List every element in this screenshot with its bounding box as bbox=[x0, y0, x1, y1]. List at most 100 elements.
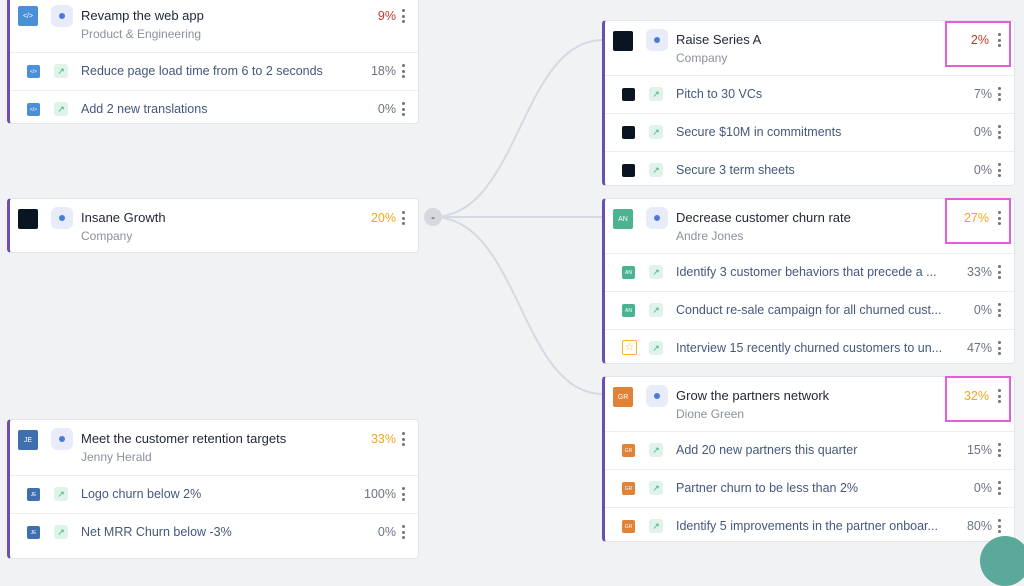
key-result-row[interactable]: ☆ ↗ Interview 15 recently churned custom… bbox=[605, 329, 1014, 363]
objective-owner: Andre Jones bbox=[676, 229, 744, 243]
user-avatar: GR bbox=[613, 387, 633, 407]
objective-header[interactable]: JE Meet the customer retention targets J… bbox=[10, 420, 418, 475]
user-avatar: AN bbox=[613, 209, 633, 229]
key-result-row[interactable]: </> ↗ Add 2 new translations 0% bbox=[10, 90, 418, 123]
trend-line-icon: ↗ bbox=[649, 265, 663, 279]
okr-tree-board: </> Revamp the web app Product & Enginee… bbox=[0, 0, 1024, 586]
company-logo-icon bbox=[18, 209, 38, 229]
more-options-icon[interactable] bbox=[998, 87, 1002, 101]
objective-title[interactable]: Insane Growth bbox=[81, 210, 166, 225]
user-avatar: GR bbox=[622, 520, 635, 533]
key-result-progress: 0% bbox=[377, 102, 396, 116]
floating-action-button[interactable] bbox=[980, 536, 1024, 586]
key-result-row[interactable]: JE ↗ Net MRR Churn below -3% 0% bbox=[10, 513, 418, 551]
objective-title[interactable]: Decrease customer churn rate bbox=[676, 210, 851, 225]
trend-line-icon: ↗ bbox=[649, 125, 663, 139]
more-options-icon[interactable] bbox=[402, 64, 406, 78]
key-result-row[interactable]: ↗ Pitch to 30 VCs 7% bbox=[605, 75, 1014, 113]
key-result-progress: 0% bbox=[973, 125, 992, 139]
key-result-label[interactable]: Secure 3 term sheets bbox=[676, 163, 946, 177]
objective-title[interactable]: Meet the customer retention targets bbox=[81, 431, 286, 446]
more-options-icon[interactable] bbox=[402, 9, 406, 23]
code-window-icon: </> bbox=[27, 65, 40, 78]
objective-type-icon bbox=[51, 428, 73, 450]
trend-line-icon: ↗ bbox=[54, 64, 68, 78]
trend-line-icon: ↗ bbox=[54, 102, 68, 116]
key-result-row[interactable]: </> ↗ Reduce page load time from 6 to 2 … bbox=[10, 52, 418, 90]
objective-progress: 33% bbox=[370, 432, 396, 446]
objective-type-icon bbox=[646, 385, 668, 407]
user-avatar: JE bbox=[27, 526, 40, 539]
more-options-icon[interactable] bbox=[998, 481, 1002, 495]
key-result-progress: 0% bbox=[973, 163, 992, 177]
objective-title[interactable]: Grow the partners network bbox=[676, 388, 829, 403]
objective-header[interactable]: Insane Growth Company 20% bbox=[10, 199, 418, 249]
more-options-icon[interactable] bbox=[998, 303, 1002, 317]
trend-line-icon: ↗ bbox=[649, 341, 663, 355]
trend-line-icon: ↗ bbox=[54, 525, 68, 539]
objective-progress: 9% bbox=[377, 9, 396, 23]
more-options-icon[interactable] bbox=[998, 163, 1002, 177]
key-result-progress: 7% bbox=[973, 87, 992, 101]
key-result-label[interactable]: Net MRR Churn below -3% bbox=[81, 525, 341, 539]
key-result-label[interactable]: Add 20 new partners this quarter bbox=[676, 443, 946, 457]
key-result-row[interactable]: ↗ Secure $10M in commitments 0% bbox=[605, 113, 1014, 151]
trend-line-icon: ↗ bbox=[649, 303, 663, 317]
trend-line-icon: ↗ bbox=[649, 163, 663, 177]
user-avatar: GR bbox=[622, 482, 635, 495]
more-options-icon[interactable] bbox=[998, 125, 1002, 139]
more-options-icon[interactable] bbox=[998, 519, 1002, 533]
objective-owner: Jenny Herald bbox=[81, 450, 152, 464]
key-result-row[interactable]: GR ↗ Partner churn to be less than 2% 0% bbox=[605, 469, 1014, 507]
company-logo-icon bbox=[613, 31, 633, 51]
key-result-label[interactable]: Identify 3 customer behaviors that prece… bbox=[676, 265, 946, 279]
key-result-row[interactable]: AN ↗ Conduct re-sale campaign for all ch… bbox=[605, 291, 1014, 329]
key-result-label[interactable]: Add 2 new translations bbox=[81, 102, 341, 116]
company-logo-icon bbox=[622, 88, 635, 101]
key-result-row[interactable]: JE ↗ Logo churn below 2% 100% bbox=[10, 475, 418, 513]
objective-card-web-app[interactable]: </> Revamp the web app Product & Enginee… bbox=[7, 0, 419, 124]
key-result-label[interactable]: Interview 15 recently churned customers … bbox=[676, 341, 946, 355]
objective-type-icon bbox=[51, 207, 73, 229]
key-result-label[interactable]: Partner churn to be less than 2% bbox=[676, 481, 946, 495]
objective-header[interactable]: </> Revamp the web app Product & Enginee… bbox=[10, 0, 418, 43]
key-result-label[interactable]: Identify 5 improvements in the partner o… bbox=[676, 519, 946, 533]
key-result-progress: 18% bbox=[370, 64, 396, 78]
more-options-icon[interactable] bbox=[998, 265, 1002, 279]
objective-title[interactable]: Revamp the web app bbox=[81, 8, 204, 23]
more-options-icon[interactable] bbox=[998, 341, 1002, 355]
more-options-icon[interactable] bbox=[402, 487, 406, 501]
progress-highlight-box bbox=[945, 21, 1011, 67]
objective-title[interactable]: Raise Series A bbox=[676, 32, 761, 47]
key-result-label[interactable]: Reduce page load time from 6 to 2 second… bbox=[81, 64, 341, 78]
more-options-icon[interactable] bbox=[402, 525, 406, 539]
key-result-label[interactable]: Pitch to 30 VCs bbox=[676, 87, 946, 101]
key-result-label[interactable]: Conduct re-sale campaign for all churned… bbox=[676, 303, 946, 317]
key-result-label[interactable]: Secure $10M in commitments bbox=[676, 125, 946, 139]
key-result-progress: 0% bbox=[377, 525, 396, 539]
objective-type-icon bbox=[646, 29, 668, 51]
more-options-icon[interactable] bbox=[402, 102, 406, 116]
code-window-icon: </> bbox=[27, 103, 40, 116]
user-avatar: GR bbox=[622, 444, 635, 457]
key-result-label[interactable]: Logo churn below 2% bbox=[81, 487, 341, 501]
key-result-row[interactable]: AN ↗ Identify 3 customer behaviors that … bbox=[605, 253, 1014, 291]
key-result-row[interactable]: ↗ Secure 3 term sheets 0% bbox=[605, 151, 1014, 185]
objective-card-retention[interactable]: JE Meet the customer retention targets J… bbox=[7, 419, 419, 559]
collapse-children-button[interactable]: - bbox=[424, 208, 442, 226]
more-options-icon[interactable] bbox=[402, 432, 406, 446]
key-result-row[interactable]: GR ↗ Add 20 new partners this quarter 15… bbox=[605, 431, 1014, 469]
key-result-progress: 0% bbox=[973, 481, 992, 495]
objective-type-icon bbox=[51, 5, 73, 27]
key-result-progress: 33% bbox=[966, 265, 992, 279]
objective-card-insane-growth[interactable]: Insane Growth Company 20% bbox=[7, 198, 419, 253]
user-avatar: JE bbox=[27, 488, 40, 501]
more-options-icon[interactable] bbox=[402, 211, 406, 225]
key-result-progress: 47% bbox=[966, 341, 992, 355]
trend-line-icon: ↗ bbox=[54, 487, 68, 501]
more-options-icon[interactable] bbox=[998, 443, 1002, 457]
trend-line-icon: ↗ bbox=[649, 87, 663, 101]
user-avatar: JE bbox=[18, 430, 38, 450]
key-result-row[interactable]: GR ↗ Identify 5 improvements in the part… bbox=[605, 507, 1014, 541]
trend-line-icon: ↗ bbox=[649, 481, 663, 495]
